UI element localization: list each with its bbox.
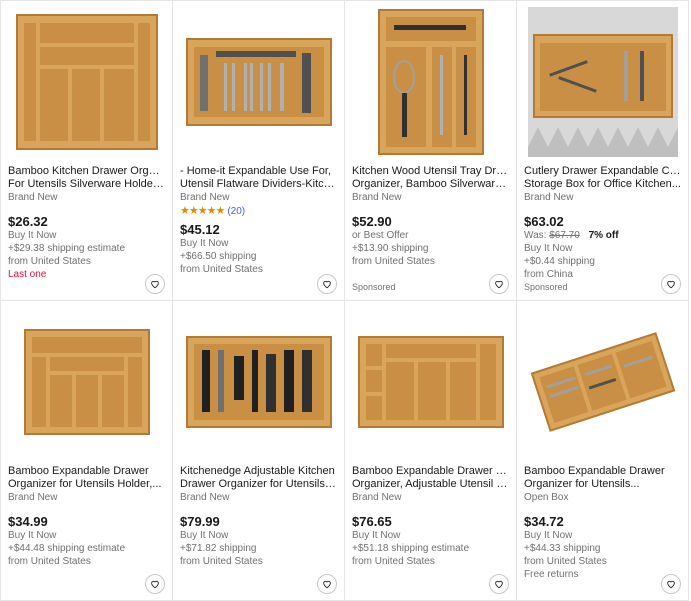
heart-icon [495, 280, 503, 289]
price: $45.12 [180, 222, 220, 237]
stock-alert: Last one [8, 269, 47, 280]
heart-icon [323, 580, 331, 589]
product-title[interactable]: Kitchenedge Adjustable Kitchen Drawer Or… [180, 465, 337, 491]
product-title[interactable]: - Home-it Expandable Use For, Utensil Fl… [180, 165, 337, 191]
location: from United States [352, 256, 435, 267]
buying-format: Buy It Now [8, 530, 57, 541]
location: from United States [8, 256, 91, 267]
product-image[interactable] [8, 1, 165, 163]
buying-format: Buy It Now [524, 530, 573, 541]
star-rating-icon: ★★★★★ [180, 205, 225, 217]
product-card[interactable]: Bamboo Expandable Drawer Organizer for U… [1, 301, 173, 601]
sponsored-label: Sponsored [524, 282, 568, 292]
product-card[interactable]: Bamboo Kitchen Drawer Organizer For Uten… [1, 1, 173, 301]
condition: Brand New [180, 192, 230, 203]
product-title[interactable]: Kitchen Wood Utensil Tray Drawer Organiz… [352, 165, 509, 191]
rating-count[interactable]: (20) [227, 205, 245, 218]
condition: Brand New [180, 492, 230, 503]
location: from United States [180, 556, 263, 567]
product-card[interactable]: - Home-it Expandable Use For, Utensil Fl… [173, 1, 345, 301]
watch-button[interactable] [317, 574, 337, 594]
price: $76.65 [352, 514, 392, 529]
price: $34.99 [8, 514, 48, 529]
heart-icon [323, 280, 331, 289]
watch-button[interactable] [489, 574, 509, 594]
product-title[interactable]: Bamboo Kitchen Drawer Organizer For Uten… [8, 165, 165, 191]
location: from United States [524, 556, 607, 567]
product-card[interactable]: Kitchen Wood Utensil Tray Drawer Organiz… [345, 1, 517, 301]
was-price: $67.70 [549, 230, 580, 241]
product-image[interactable] [524, 1, 681, 163]
price: $34.72 [524, 514, 564, 529]
price: $79.99 [180, 514, 220, 529]
product-card[interactable]: Bamboo Expandable Drawer Organizer for U… [517, 301, 689, 601]
watch-button[interactable] [145, 274, 165, 294]
condition: Brand New [8, 192, 58, 203]
buying-format: Buy It Now [180, 530, 229, 541]
heart-icon [151, 580, 159, 589]
product-image[interactable] [524, 301, 681, 463]
watch-button[interactable] [145, 574, 165, 594]
price: $63.02 [524, 214, 564, 229]
condition: Brand New [8, 492, 58, 503]
shipping: +$51.18 shipping estimate [352, 543, 470, 554]
watch-button[interactable] [661, 274, 681, 294]
product-image[interactable] [180, 1, 337, 163]
location: from United States [180, 264, 263, 275]
product-image[interactable] [352, 301, 509, 463]
watch-button[interactable] [317, 274, 337, 294]
product-image[interactable] [180, 301, 337, 463]
original-price: Was: $67.70 7% off [524, 230, 619, 241]
sponsored-label: Sponsored [352, 282, 396, 292]
product-title[interactable]: Bamboo Expandable Drawer Kitchen Organiz… [352, 465, 509, 491]
product-card[interactable]: Kitchenedge Adjustable Kitchen Drawer Or… [173, 301, 345, 601]
location: from China [524, 269, 573, 280]
condition: Open Box [524, 492, 569, 503]
heart-icon [151, 280, 159, 289]
buying-format: Buy It Now [8, 230, 57, 241]
buying-format: Buy It Now [524, 243, 573, 254]
heart-icon [495, 580, 503, 589]
shipping: +$13.90 shipping [352, 243, 429, 254]
heart-icon [667, 280, 675, 289]
condition: Brand New [524, 192, 574, 203]
discount-badge: 7% off [588, 230, 619, 241]
condition: Brand New [352, 192, 402, 203]
product-title[interactable]: Bamboo Expandable Drawer Organizer for U… [524, 465, 681, 491]
price: $52.90 [352, 214, 392, 229]
product-image[interactable] [352, 1, 509, 163]
location: from United States [8, 556, 91, 567]
product-image[interactable] [8, 301, 165, 463]
shipping: +$29.38 shipping estimate [8, 243, 126, 254]
buying-format: Buy It Now [180, 238, 229, 249]
returns-policy: Free returns [524, 569, 579, 580]
location: from United States [352, 556, 435, 567]
results-grid: Bamboo Kitchen Drawer Organizer For Uten… [0, 0, 689, 601]
shipping: +$66.50 shipping [180, 251, 257, 262]
shipping: +$71.82 shipping [180, 543, 257, 554]
shipping: +$44.33 shipping [524, 543, 601, 554]
watch-button[interactable] [489, 274, 509, 294]
product-title[interactable]: Cutlery Drawer Expandable Cutlery Storag… [524, 165, 681, 191]
condition: Brand New [352, 492, 402, 503]
product-card[interactable]: Cutlery Drawer Expandable Cutlery Storag… [517, 1, 689, 301]
price: $26.32 [8, 214, 48, 229]
product-card[interactable]: Bamboo Expandable Drawer Kitchen Organiz… [345, 301, 517, 601]
buying-format: Buy It Now [352, 530, 401, 541]
shipping: +$44.48 shipping estimate [8, 543, 126, 554]
watch-button[interactable] [661, 574, 681, 594]
product-title[interactable]: Bamboo Expandable Drawer Organizer for U… [8, 465, 165, 491]
rating[interactable]: ★★★★★ (20) [180, 205, 337, 218]
shipping: +$0.44 shipping [524, 256, 595, 267]
buying-format: or Best Offer [352, 230, 409, 241]
heart-icon [667, 580, 675, 589]
